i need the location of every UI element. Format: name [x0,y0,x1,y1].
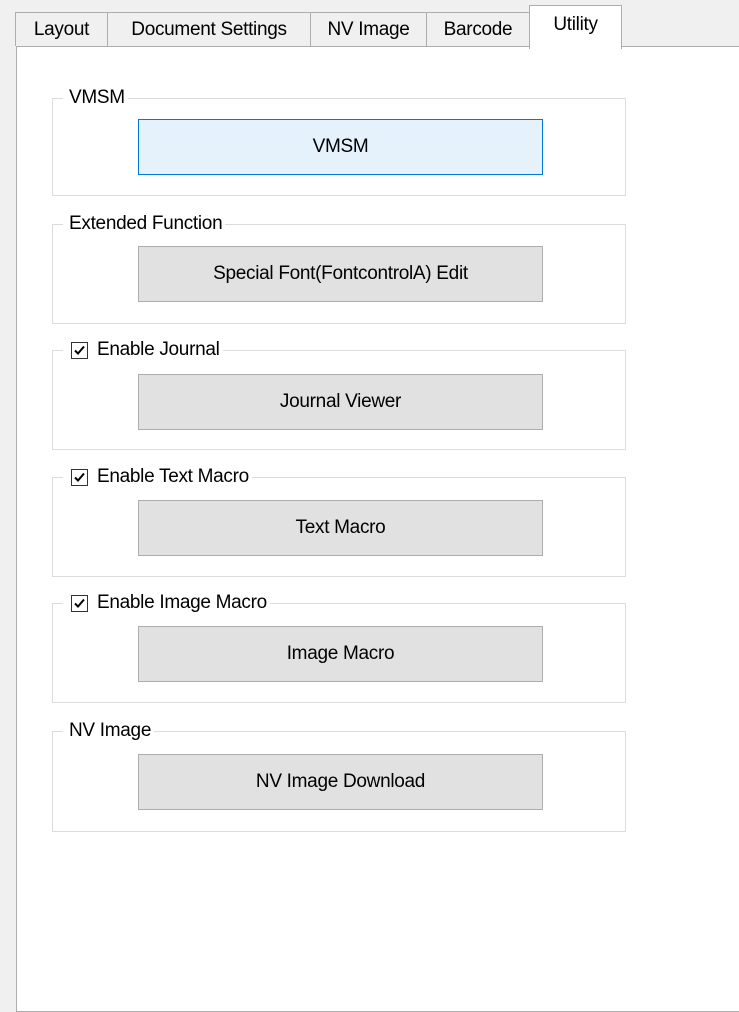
checkmark-icon [74,598,85,608]
extended-function-group-title: Extended Function [63,212,226,236]
vmsm-group-title: VMSM [63,86,128,110]
tab-layout[interactable]: Layout [15,12,108,46]
enable-text-macro-label[interactable]: Enable Text Macro [97,465,249,489]
tab-nv-image[interactable]: NV Image [310,12,427,46]
utility-settings-window: Layout Document Settings NV Image Barcod… [0,0,739,1012]
journal-group-title: Enable Journal [63,338,223,362]
vmsm-group-label: VMSM [69,87,125,108]
nv-image-group-title: NV Image [63,719,155,743]
tab-strip: Layout Document Settings NV Image Barcod… [0,0,739,49]
enable-text-macro-checkbox[interactable] [71,468,88,486]
window-left-margin [0,46,16,1012]
enable-image-macro-checkbox[interactable] [71,594,88,612]
journal-viewer-button[interactable]: Journal Viewer [138,374,543,430]
vmsm-button[interactable]: VMSM [138,119,543,175]
enable-journal-label[interactable]: Enable Journal [97,338,220,362]
nv-image-group: NV Image NV Image Download [52,719,626,832]
extended-function-group: Extended Function Special Font(Fontcontr… [52,212,626,324]
text-macro-group-title: Enable Text Macro [63,465,252,489]
tab-document-settings[interactable]: Document Settings [107,12,311,46]
nv-image-download-button[interactable]: NV Image Download [138,754,543,810]
tab-utility[interactable]: Utility [529,5,622,49]
text-macro-button[interactable]: Text Macro [138,500,543,556]
tab-barcode[interactable]: Barcode [426,12,530,46]
vmsm-group: VMSM VMSM [52,86,626,196]
enable-journal-checkbox[interactable] [71,341,88,359]
special-font-edit-button[interactable]: Special Font(FontcontrolA) Edit [138,246,543,302]
checkmark-icon [74,345,85,355]
image-macro-group-title: Enable Image Macro [63,591,270,615]
image-macro-group: Enable Image Macro Image Macro [52,591,626,703]
enable-image-macro-label[interactable]: Enable Image Macro [97,591,267,615]
nv-image-group-label: NV Image [69,720,152,741]
journal-group: Enable Journal Journal Viewer [52,338,626,450]
image-macro-button[interactable]: Image Macro [138,626,543,682]
text-macro-group: Enable Text Macro Text Macro [52,465,626,577]
checkmark-icon [74,472,85,482]
extended-function-group-label: Extended Function [69,213,223,234]
